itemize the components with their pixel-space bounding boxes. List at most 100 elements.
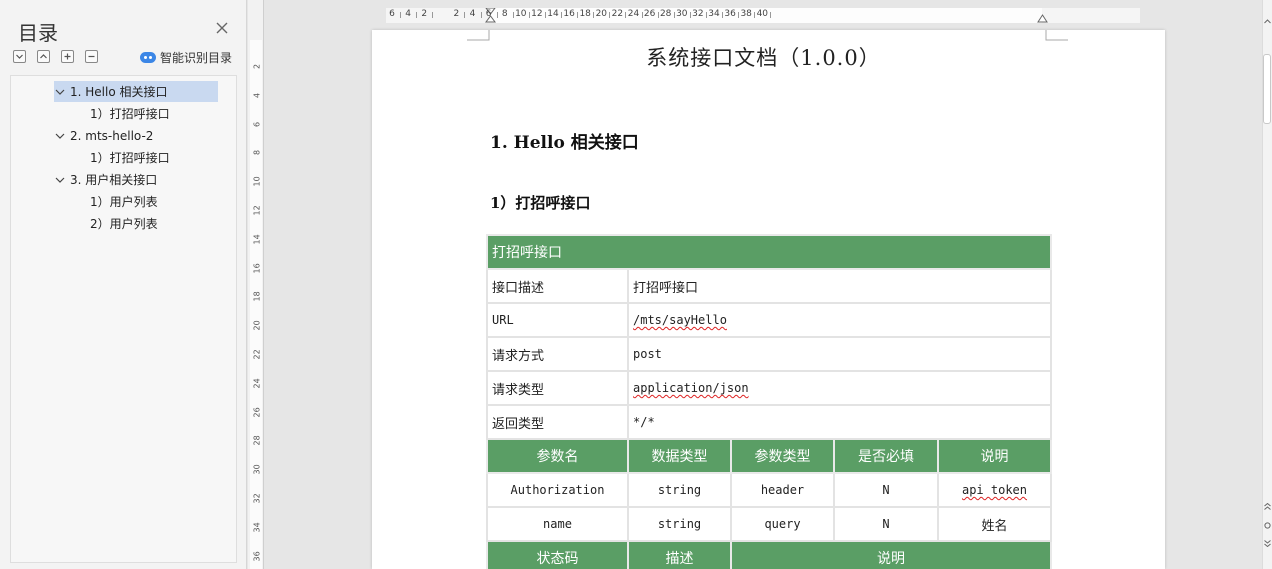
add-icon[interactable]: [61, 50, 74, 63]
close-icon[interactable]: [213, 19, 231, 37]
chevron-down-icon[interactable]: [54, 86, 66, 98]
chevron-down-icon[interactable]: [54, 174, 66, 186]
param-cell[interactable]: 姓名: [937, 506, 1052, 542]
scroll-up-icon[interactable]: [1264, 18, 1271, 25]
param-header-cell[interactable]: 参数名: [486, 438, 629, 474]
select-browse-object-icon[interactable]: [1264, 522, 1271, 529]
ruler-number: 4: [405, 9, 411, 19]
toc-item-greet-1[interactable]: 1）打招呼接口: [90, 103, 170, 124]
info-value-cell[interactable]: /mts/sayHello: [627, 302, 1052, 338]
document-page[interactable]: 系统接口文档（1.0.0） 1. Hello 相关接口 1）打招呼接口 打招呼接…: [372, 30, 1165, 569]
info-label-cell[interactable]: 请求类型: [486, 370, 629, 406]
ruler-number: 28: [252, 435, 262, 446]
table-row: 请求类型 application/json: [486, 370, 1052, 406]
ruler-number: 40: [756, 9, 769, 19]
horizontal-ruler[interactable]: 6 4 2 2 4 6 8 10 12 14 16 18 20 22 24 26 28 30 32 34 36 38 40: [386, 8, 1140, 23]
toc-item-label: 1）用户列表: [90, 195, 158, 209]
param-cell[interactable]: name: [486, 506, 629, 542]
ruler-number: 30: [676, 9, 688, 19]
heading-2: 1）打招呼接口: [490, 194, 591, 212]
collapse-all-icon[interactable]: [13, 50, 26, 63]
param-cell[interactable]: N: [833, 472, 939, 508]
response-header-cell[interactable]: 说明: [730, 540, 1052, 569]
response-header-cell[interactable]: 描述: [627, 540, 732, 569]
info-value-cell[interactable]: 打招呼接口: [627, 268, 1052, 304]
ruler-tick: [705, 12, 707, 18]
smart-toc-button[interactable]: 智能识别目录: [140, 49, 232, 66]
ruler-tick: [722, 12, 723, 18]
info-value-cell[interactable]: application/json: [627, 370, 1052, 406]
content-type-value: application/json: [633, 381, 749, 395]
toc-item-label: 3. 用户相关接口: [70, 173, 158, 187]
toc-item-user-list-1[interactable]: 1）用户列表: [90, 191, 158, 212]
ruler-number: 26: [252, 406, 262, 418]
table-row: URL /mts/sayHello: [486, 302, 1052, 338]
info-label-cell[interactable]: 返回类型: [486, 404, 629, 440]
param-header-cell[interactable]: 参数类型: [730, 438, 835, 474]
ruler-number: 36: [724, 9, 736, 19]
ruler-number: 22: [611, 9, 624, 19]
chevron-down-icon[interactable]: [54, 130, 66, 142]
param-header-cell[interactable]: 数据类型: [627, 438, 732, 474]
info-label-cell[interactable]: 接口描述: [486, 268, 629, 304]
param-cell[interactable]: query: [730, 506, 835, 542]
info-label-cell[interactable]: 请求方式: [486, 336, 629, 372]
ruler-tick: [464, 12, 466, 18]
ruler-number: 4: [252, 92, 262, 98]
info-value-cell[interactable]: post: [627, 336, 1052, 372]
table-header-cell[interactable]: 打招呼接口: [486, 234, 1052, 270]
ruler-number: 20: [252, 320, 262, 331]
toc-item-hello[interactable]: 1. Hello 相关接口: [54, 81, 218, 102]
table-row: 请求方式 post: [486, 336, 1052, 372]
param-cell[interactable]: string: [627, 472, 732, 508]
toc-item-mts-hello-2[interactable]: 2. mts-hello-2: [54, 125, 218, 146]
remove-icon[interactable]: [85, 50, 98, 63]
param-cell[interactable]: N: [833, 506, 939, 542]
vertical-ruler[interactable]: 2 4 6 8 10 12 14 16 18 20 22 24 26 28 30 32 34 36: [248, 0, 264, 569]
document-title: 系统接口文档（1.0.0）: [646, 46, 881, 70]
ruler-number: 38: [740, 9, 752, 19]
margin-corner-mark: [467, 30, 490, 41]
right-indent-icon[interactable]: [1037, 13, 1048, 23]
api-table[interactable]: 打招呼接口 接口描述 打招呼接口 URL /mts/sayHello 请求方式 …: [486, 234, 1052, 569]
toc-item-label: 2）用户列表: [90, 217, 158, 231]
toc-item-user-list-2[interactable]: 2）用户列表: [90, 213, 158, 234]
ruler-tick: [609, 12, 611, 18]
ruler-tick: [738, 12, 740, 18]
param-cell[interactable]: Authorization: [486, 472, 629, 508]
param-cell[interactable]: string: [627, 506, 732, 542]
info-value-cell[interactable]: */*: [627, 404, 1052, 440]
table-row: 状态码 描述 说明: [486, 540, 1052, 569]
response-header-cell[interactable]: 状态码: [486, 540, 629, 569]
ruler-number: 8: [252, 150, 262, 156]
ruler-number: 12: [531, 9, 543, 19]
toc-item-greet-2[interactable]: 1）打招呼接口: [90, 147, 170, 168]
toc-item-label: 1）打招呼接口: [90, 151, 170, 165]
param-cell[interactable]: api token: [937, 472, 1052, 508]
param-cell[interactable]: header: [730, 472, 835, 508]
ruler-tick: [673, 12, 675, 18]
table-row: 接口描述 打招呼接口: [486, 268, 1052, 304]
ruler-tick: [400, 12, 401, 18]
ruler-tick: [657, 12, 659, 18]
next-page-icon[interactable]: [1264, 540, 1271, 547]
ruler-tick: [512, 12, 514, 18]
scrollbar-thumb[interactable]: [1263, 54, 1271, 124]
table-row: 打招呼接口: [486, 234, 1052, 270]
ruler-number: 28: [659, 9, 672, 19]
toc-item-user[interactable]: 3. 用户相关接口: [54, 169, 218, 190]
previous-page-icon[interactable]: [1264, 503, 1271, 510]
ruler-tick: [528, 12, 530, 18]
smart-toc-icon: [140, 52, 156, 63]
ruler-number: 18: [579, 9, 591, 19]
table-row: name string query N 姓名: [486, 506, 1052, 542]
param-header-cell[interactable]: 说明: [937, 438, 1052, 474]
ruler-number: 16: [563, 9, 575, 19]
ruler-tick: [625, 12, 627, 18]
ruler-tick: [432, 12, 434, 18]
info-label-cell[interactable]: URL: [486, 302, 629, 338]
expand-level-icon[interactable]: [37, 50, 50, 63]
param-header-cell[interactable]: 是否必填: [833, 438, 939, 474]
margin-corner-mark: [1045, 30, 1068, 41]
ruler-number: 10: [252, 176, 262, 187]
